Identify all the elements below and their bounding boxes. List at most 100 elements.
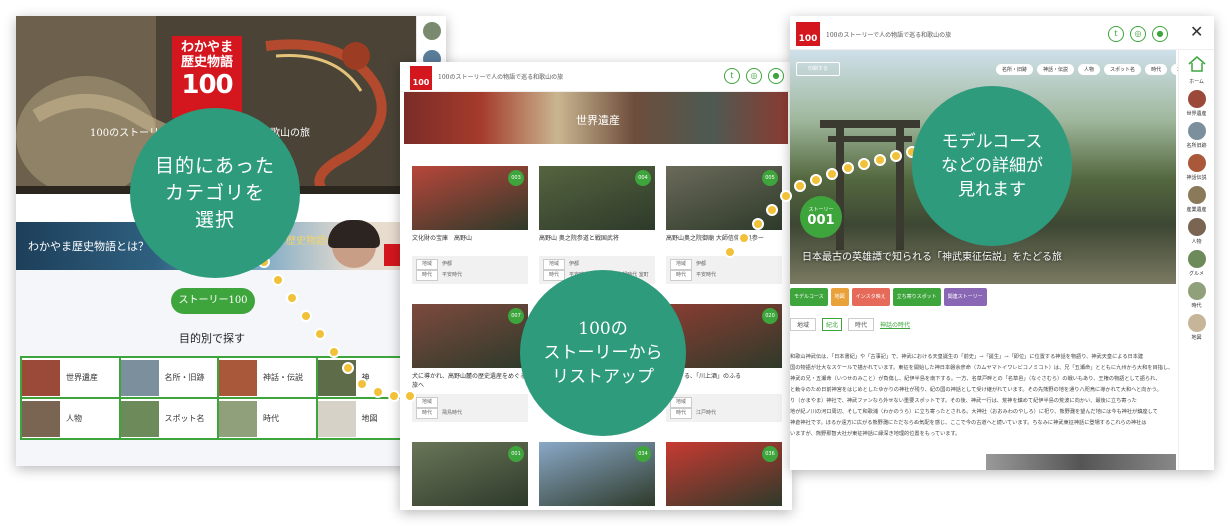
story-card-title: 高野山 奥之院参道と戦国武将 bbox=[539, 235, 619, 242]
story-number: 001 bbox=[807, 213, 835, 228]
instagram-icon[interactable]: ◎ bbox=[1130, 26, 1146, 42]
side-nav-item[interactable]: グルメ bbox=[1179, 250, 1214, 277]
category-tile[interactable]: 世界遺産 bbox=[22, 358, 119, 397]
site-logo[interactable]: わかやま 歴史物語 100 bbox=[172, 36, 242, 118]
detail-side-nav: ホーム世界遺産名所旧跡神話伝説産業遺産人物グルメ時代地図 bbox=[1178, 50, 1214, 470]
category-tile[interactable]: 名所・旧跡 bbox=[120, 358, 217, 397]
side-nav-thumb bbox=[1187, 218, 1206, 236]
close-icon[interactable]: ✕ bbox=[1190, 22, 1203, 41]
callout-list-stories: 100の ストーリーから リストアップ bbox=[520, 270, 686, 436]
category-thumbnail bbox=[22, 400, 60, 437]
body-text-line: 国の物語が壮大なスケールで描かれています。東征を開始した神日本磐余彦命（カムヤマ… bbox=[790, 365, 1174, 371]
category-chip[interactable]: 神話・伝説 bbox=[1037, 64, 1075, 75]
callout-line: モデルコース bbox=[941, 132, 1043, 152]
story-card-image: 036 bbox=[666, 442, 782, 506]
side-thumb[interactable] bbox=[422, 22, 441, 40]
meta-value: 飛鳥時代 bbox=[442, 410, 463, 416]
list-logo[interactable]: 100 bbox=[410, 66, 432, 90]
story-card-title: 犬に導かれ、高野山麓の歴史遺産をめぐる旅へ bbox=[412, 373, 526, 389]
story-meta: 地域 紀北 時代 神話の時代 bbox=[790, 318, 910, 331]
story-card[interactable]: 034 bbox=[539, 442, 655, 506]
side-nav-label: グルメ bbox=[1188, 271, 1204, 277]
callout-line: リストアップ bbox=[552, 367, 654, 387]
story-card[interactable]: 003 文化財の宝庫 高野山 地域 伊都 時代 平安時代 bbox=[412, 166, 528, 284]
side-nav-home[interactable]: ホーム bbox=[1179, 50, 1214, 85]
meta-value: 平安時代 bbox=[442, 272, 463, 278]
hero-tagline-left: 100のストーリ bbox=[90, 128, 160, 139]
home-icon bbox=[1188, 56, 1205, 72]
category-label: 世界遺産 bbox=[66, 373, 98, 382]
story-card[interactable]: 007 犬に導かれ、高野山麓の歴史遺産をめぐる旅へ 地域 時代 飛鳥時代 bbox=[412, 304, 528, 422]
instagram-icon[interactable]: ◎ bbox=[746, 68, 762, 84]
list-header-title: 100のストーリーで人の物語で巡る和歌山の旅 bbox=[438, 74, 564, 81]
story-card-meta: 地域 時代 飛鳥時代 bbox=[412, 394, 528, 422]
detail-tab[interactable]: インスタ映え bbox=[851, 288, 890, 306]
side-nav-label: 世界遺産 bbox=[1186, 111, 1207, 117]
side-nav-label: 人物 bbox=[1191, 239, 1202, 245]
category-chip[interactable]: 名所・旧跡 bbox=[996, 64, 1034, 75]
category-tile[interactable]: 人物 bbox=[22, 399, 119, 438]
meta-value: 江戸時代 bbox=[696, 410, 717, 416]
detail-tab[interactable]: 地図 bbox=[830, 288, 849, 306]
side-nav-thumb bbox=[1187, 282, 1206, 300]
side-nav-item[interactable]: 神話伝説 bbox=[1179, 154, 1214, 181]
meta-key: 地域 bbox=[670, 259, 692, 270]
callout-line: 100の bbox=[578, 319, 628, 339]
story-card-badge: 036 bbox=[762, 446, 778, 462]
side-nav-label: 産業遺産 bbox=[1186, 207, 1207, 213]
meta-value-era[interactable]: 神話の時代 bbox=[880, 320, 910, 329]
detail-tab[interactable]: モデルコース bbox=[790, 288, 828, 306]
meta-key: 地域 bbox=[416, 397, 438, 408]
story-card[interactable]: 004高野山 奥之院参道と戦国武将地域伊都時代平安時代 鎌倉時代 南北朝時代 室… bbox=[539, 166, 655, 284]
meta-key-era: 時代 bbox=[848, 318, 875, 331]
side-nav-label: 名所旧跡 bbox=[1186, 143, 1207, 149]
body-text-line: 神武の兄・五瀬命（いつせのみこと）が負傷し、紀伊半島を南下する。一方、名草戸畔と… bbox=[790, 376, 1161, 382]
story-card-title: 高野山奥之院御廟 大師信仰の奥参ー bbox=[666, 235, 764, 242]
side-nav-item[interactable]: 産業遺産 bbox=[1179, 186, 1214, 213]
side-nav-label: 時代 bbox=[1191, 303, 1202, 309]
story-card[interactable]: 036 bbox=[666, 442, 782, 506]
meta-key: 時代 bbox=[670, 270, 692, 281]
pin-icon[interactable]: ● bbox=[768, 68, 784, 84]
side-nav-item[interactable]: 名所旧跡 bbox=[1179, 122, 1214, 149]
category-thumbnail bbox=[22, 359, 60, 396]
meta-key: 時代 bbox=[670, 408, 692, 419]
bottom-photo-strip bbox=[986, 454, 1176, 470]
detail-logo[interactable]: 100 bbox=[796, 22, 820, 46]
detail-tab-row: モデルコース 地図 インスタ映え 立ち寄りスポット 関連ストーリー bbox=[790, 286, 1176, 308]
detail-tab[interactable]: 関連ストーリー bbox=[943, 288, 987, 306]
detail-header-title: 100のストーリーで人の物語で巡る和歌山の旅 bbox=[826, 32, 952, 39]
twitter-icon[interactable]: t bbox=[1108, 26, 1124, 42]
story-card-badge: 003 bbox=[508, 170, 524, 186]
callout-line: 選択 bbox=[194, 208, 235, 231]
callout-line: 目的にあった bbox=[154, 154, 275, 177]
category-tile[interactable]: スポット名 bbox=[120, 399, 217, 438]
meta-key-area: 地域 bbox=[790, 318, 817, 331]
meta-value: 伊都 bbox=[569, 261, 580, 267]
detail-tab[interactable]: 立ち寄りスポット bbox=[892, 288, 941, 306]
story-card-meta: 地域 伊都 時代 平安時代 bbox=[412, 256, 528, 284]
twitter-icon[interactable]: t bbox=[724, 68, 740, 84]
side-nav-thumb bbox=[1187, 314, 1206, 332]
category-chip[interactable]: 時代 bbox=[1145, 64, 1168, 75]
print-button[interactable]: 印刷する bbox=[796, 62, 840, 76]
meta-value: 伊都 bbox=[696, 261, 707, 267]
category-label: 時代 bbox=[263, 414, 279, 423]
story-card[interactable]: 005 高野山奥之院御廟 大師信仰の奥参ー 地域 伊都 時代 平安時代 bbox=[666, 166, 782, 284]
story-label: ストーリー bbox=[808, 207, 834, 213]
side-nav-item[interactable]: 人物 bbox=[1179, 218, 1214, 245]
side-nav-item[interactable]: 世界遺産 bbox=[1179, 90, 1214, 117]
story-card[interactable]: 001 bbox=[412, 442, 528, 506]
category-tile[interactable]: 時代 bbox=[219, 399, 316, 438]
category-chip[interactable]: 人物 bbox=[1078, 64, 1101, 75]
about-banner-text: わかやま歴史物語とは？ bbox=[28, 240, 149, 253]
purpose-heading: 目的別で探す bbox=[179, 332, 245, 345]
category-tile[interactable]: 神話・伝説 bbox=[219, 358, 316, 397]
body-text-line: と勅令のため日前神宮をはじめとしたゆかりの神社が残り、紀の国の神話として受け継が… bbox=[790, 387, 1162, 393]
category-chip[interactable]: スポット名 bbox=[1104, 64, 1142, 75]
meta-value-area[interactable]: 紀北 bbox=[822, 318, 843, 331]
pin-icon[interactable]: ● bbox=[1152, 26, 1168, 42]
side-nav-item[interactable]: 時代 bbox=[1179, 282, 1214, 309]
side-nav-item[interactable]: 地図 bbox=[1179, 314, 1214, 341]
story100-button[interactable]: ストーリー100 bbox=[171, 288, 255, 314]
